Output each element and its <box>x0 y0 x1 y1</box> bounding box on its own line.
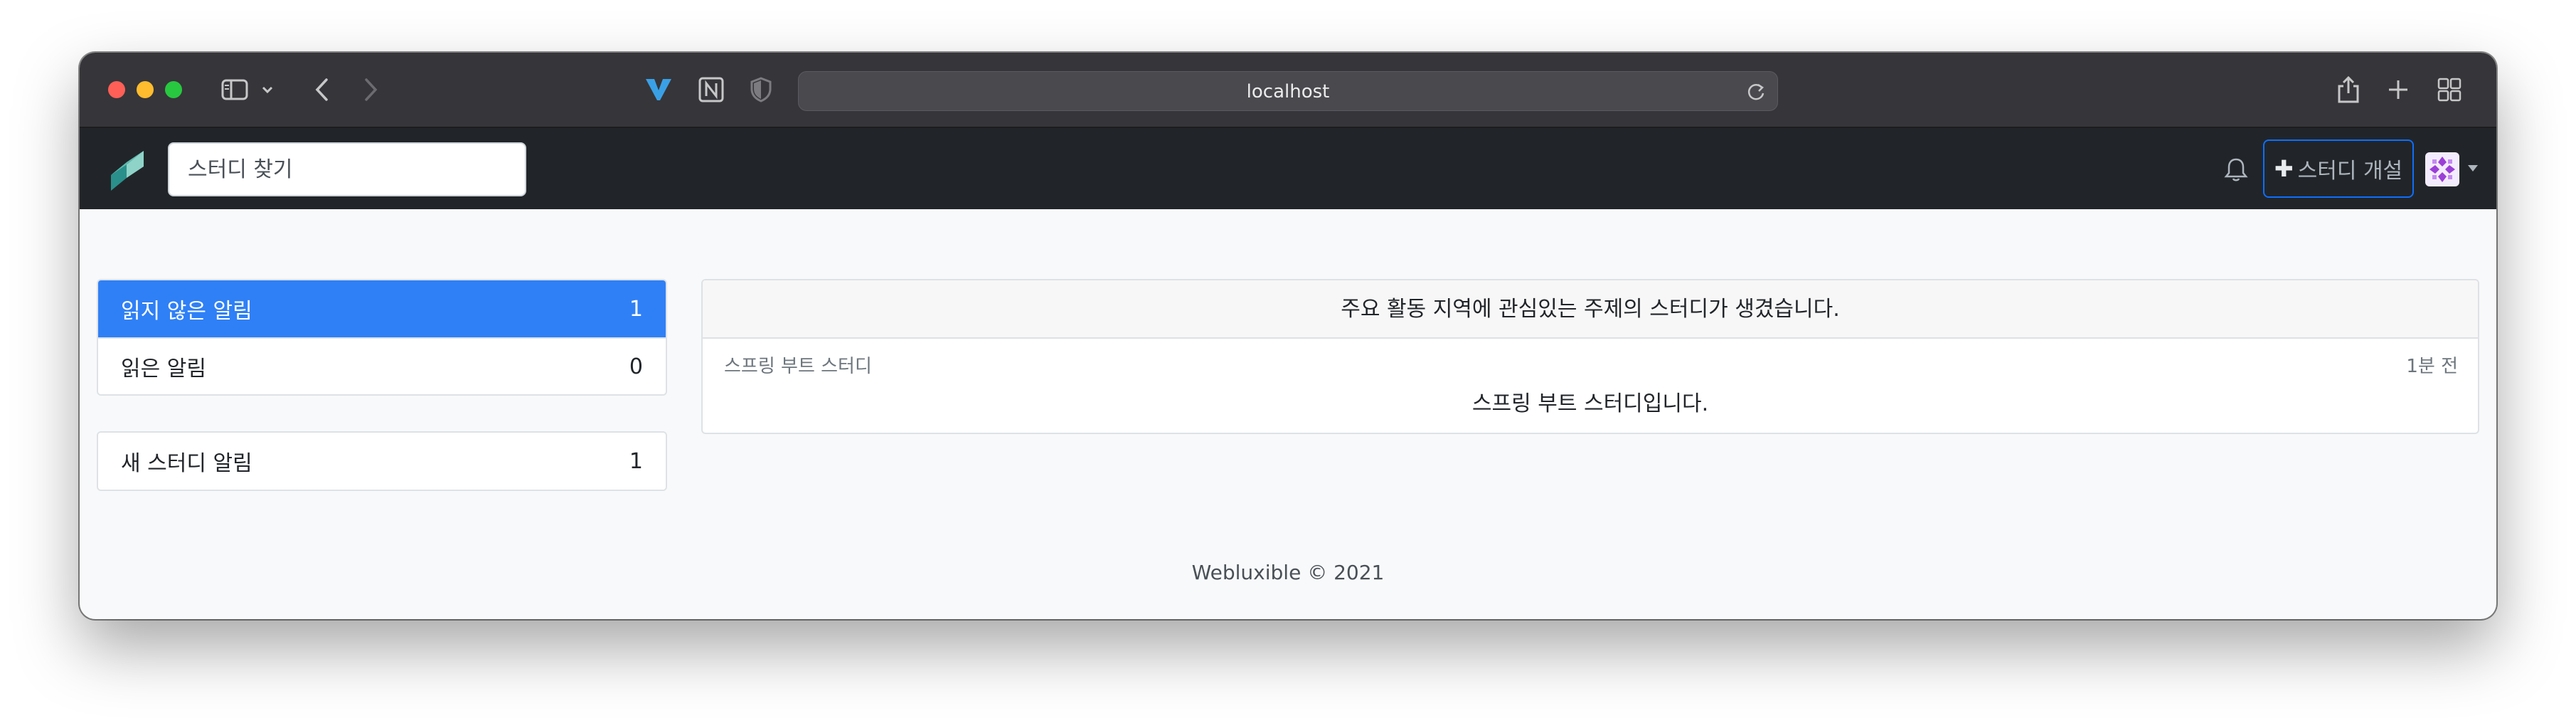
list-item-label: 읽은 알림 <box>121 357 206 381</box>
close-window-button[interactable] <box>108 81 125 98</box>
url-text[interactable]: localhost <box>799 72 1777 112</box>
app-navbar: ✚ 스터디 개설 <box>80 128 2496 209</box>
study-description: 스프링 부트 스터디입니다. <box>1471 391 1709 416</box>
list-item-label: 새 스터디 알림 <box>121 451 252 476</box>
read-notifications-item[interactable]: 읽은 알림 0 <box>98 337 666 394</box>
address-bar[interactable]: localhost <box>798 71 1778 111</box>
plus-icon: ✚ <box>2274 155 2294 182</box>
search-input[interactable] <box>168 142 526 196</box>
plus-icon[interactable] <box>2383 74 2414 105</box>
zoom-window-button[interactable] <box>165 81 182 98</box>
chevron-down-icon[interactable] <box>259 74 276 105</box>
avatar[interactable] <box>2425 152 2459 186</box>
new-study-notifications-item[interactable]: 새 스터디 알림 1 <box>98 433 666 490</box>
grid-icon[interactable] <box>2434 74 2465 105</box>
sidebar-icon[interactable] <box>219 74 250 105</box>
notion-icon[interactable] <box>696 74 727 105</box>
shield-icon[interactable] <box>745 74 777 105</box>
logo-icon[interactable] <box>105 147 148 192</box>
list-item-count: 0 <box>629 354 643 379</box>
browser-toolbar: localhost <box>80 53 2496 128</box>
notification-card-header: 주요 활동 지역에 관심있는 주제의 스터디가 생겼습니다. <box>703 280 2478 339</box>
list-item-label: 읽지 않은 알림 <box>121 299 252 324</box>
unread-notifications-item[interactable]: 읽지 않은 알림 1 <box>98 280 666 337</box>
create-study-label: 스터디 개설 <box>2297 159 2403 184</box>
chevron-right-icon[interactable] <box>356 74 387 105</box>
caret-down-icon[interactable] <box>2468 165 2478 171</box>
bell-icon[interactable] <box>2222 155 2250 184</box>
study-title-link[interactable]: 스프링 부트 스터디 <box>724 352 872 378</box>
notification-card: 주요 활동 지역에 관심있는 주제의 스터디가 생겼습니다. 스프링 부트 스터… <box>701 279 2479 434</box>
notification-entry[interactable]: 스프링 부트 스터디 1분 전 스프링 부트 스터디입니다. <box>703 339 2478 433</box>
minimize-window-button[interactable] <box>137 81 154 98</box>
footer-text: Webluxible © 2021 <box>1191 561 1385 584</box>
notification-filter-list: 읽지 않은 알림 1 읽은 알림 0 <box>97 279 667 396</box>
reload-icon[interactable] <box>1745 80 1767 103</box>
list-item-count: 1 <box>629 296 643 322</box>
list-item-count: 1 <box>629 448 643 474</box>
create-study-button[interactable]: ✚ 스터디 개설 <box>2263 139 2414 198</box>
notification-time: 1분 전 <box>2406 356 2458 377</box>
share-icon[interactable] <box>2333 74 2364 105</box>
vimari-icon[interactable] <box>643 74 674 105</box>
chevron-left-icon[interactable] <box>306 74 337 105</box>
browser-window: localhost ✚ 스터디 개설 <box>80 53 2496 619</box>
notification-type-list: 새 스터디 알림 1 <box>97 431 667 491</box>
